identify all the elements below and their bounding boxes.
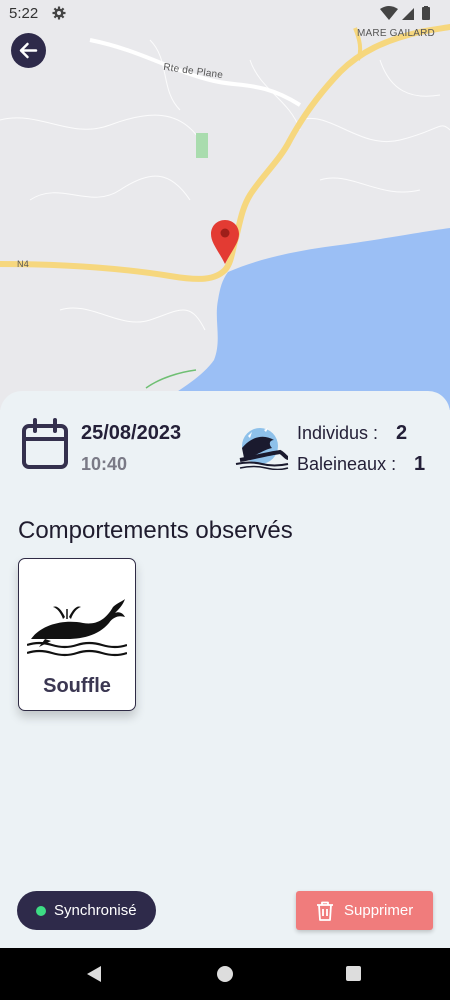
nav-back-button[interactable] (86, 965, 102, 983)
observation-date: 25/08/2023 (81, 422, 182, 444)
gear-icon (52, 6, 66, 20)
sync-status-label: Synchronisé (54, 902, 137, 919)
delete-button[interactable]: Supprimer (296, 891, 433, 930)
delete-label: Supprimer (344, 902, 414, 919)
system-nav-bar (0, 948, 450, 1000)
baleineaux-value: 1 (414, 453, 426, 475)
status-icons (380, 6, 430, 20)
individus-value: 2 (396, 422, 408, 444)
status-time: 5:22 (9, 5, 39, 22)
whale-blow-icon (27, 599, 127, 657)
individus-label: Individus : (297, 423, 379, 443)
signal-icon (402, 8, 414, 20)
map-view[interactable]: MARE GAILARD Rte de Plane N4 (0, 0, 450, 410)
map-label-highway: N4 (17, 259, 29, 269)
nav-home-button[interactable] (217, 966, 233, 982)
sync-status-dot (36, 906, 46, 916)
wifi-icon (380, 6, 398, 20)
whale-family-icon (235, 428, 289, 470)
map-canvas (0, 24, 450, 410)
status-bar: 5:22 (0, 0, 450, 28)
back-button[interactable] (11, 33, 46, 68)
trash-icon (317, 901, 333, 921)
battery-icon (422, 7, 430, 20)
observation-time: 10:40 (81, 454, 128, 474)
map-label-place: MARE GAILARD (357, 28, 435, 39)
behavior-card-souffle[interactable]: Souffle (18, 558, 136, 711)
behaviors-title: Comportements observés (18, 517, 293, 544)
behavior-label: Souffle (43, 675, 111, 697)
arrow-left-icon (19, 42, 38, 59)
baleineaux-label: Baleineaux : (297, 454, 397, 474)
location-marker-icon (211, 220, 239, 264)
nav-recents-button[interactable] (346, 966, 361, 981)
sync-status-badge[interactable]: Synchronisé (17, 891, 156, 930)
calendar-icon (22, 418, 68, 469)
